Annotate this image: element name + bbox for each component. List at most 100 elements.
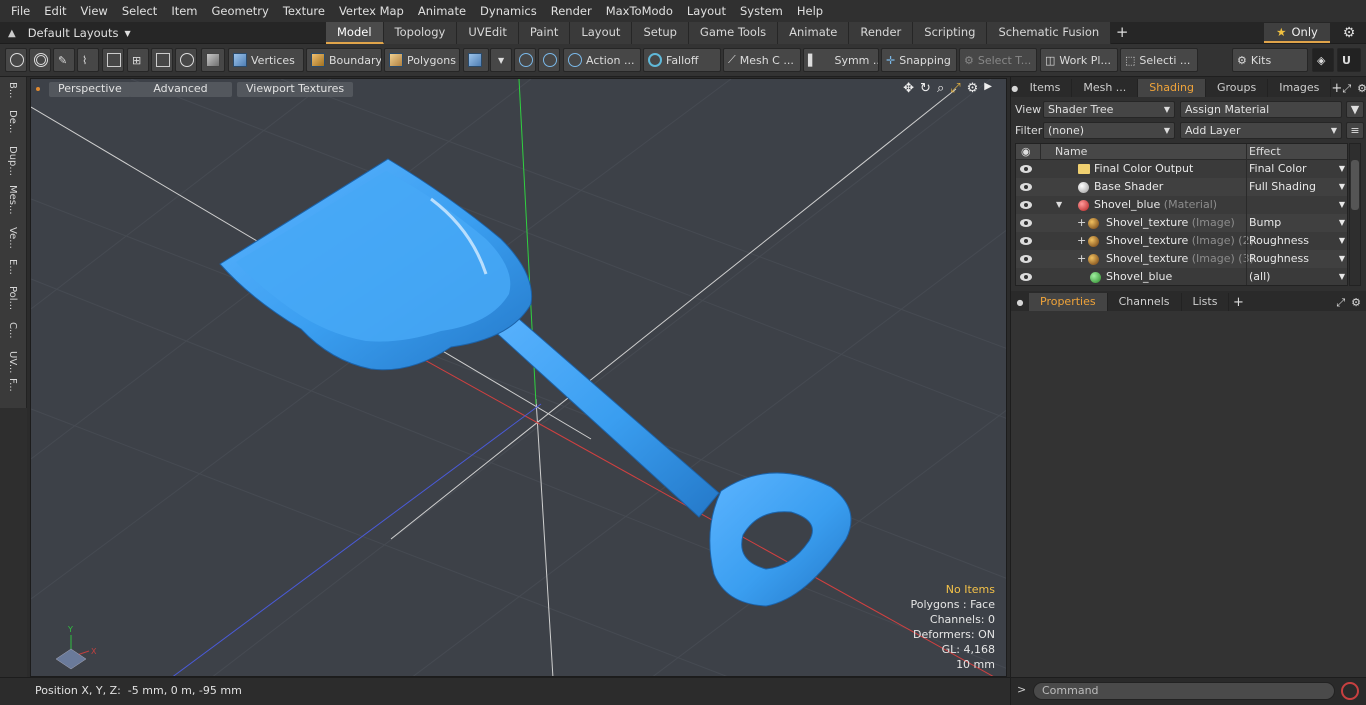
item-mode-button[interactable]	[201, 48, 225, 72]
effect-column-header[interactable]: Effect	[1246, 144, 1347, 160]
shader-row[interactable]: Final Color Output Final Color ▼	[1016, 160, 1347, 178]
shader-row-effect[interactable]: ▼	[1246, 196, 1347, 214]
symmetry-button[interactable]: ▌ Symm ...	[803, 48, 879, 72]
expand-icon[interactable]: +	[1077, 214, 1086, 232]
add-layer-dropdown[interactable]: Add Layer ▼	[1180, 122, 1342, 139]
polygons-button[interactable]: Polygons	[384, 48, 460, 72]
eye-icon[interactable]	[1020, 183, 1032, 191]
tab-shading[interactable]: Shading	[1138, 79, 1206, 97]
eye-icon[interactable]	[1020, 201, 1032, 209]
boundary-button[interactable]: Boundary	[306, 48, 382, 72]
brush-button[interactable]: ⌇	[77, 48, 99, 72]
tab-channels[interactable]: Channels	[1108, 293, 1182, 311]
left-tab-mesh-edit[interactable]: Mes...	[2, 185, 23, 215]
menu-animate[interactable]: Animate	[411, 0, 473, 22]
eye-icon[interactable]	[1020, 273, 1032, 281]
play-icon[interactable]: ▶	[984, 81, 992, 96]
menu-maxtomodo[interactable]: MaxToModo	[599, 0, 680, 22]
shader-row-effect[interactable]: Bump ▼	[1246, 214, 1347, 232]
scrollbar-thumb[interactable]	[1351, 160, 1359, 210]
menu-view[interactable]: View	[74, 0, 115, 22]
eye-icon[interactable]	[1020, 165, 1032, 173]
gear-icon[interactable]: ⚙	[1340, 24, 1358, 42]
left-tab-curve[interactable]: C...	[2, 322, 23, 339]
vertices-button[interactable]: Vertices	[228, 48, 304, 72]
menu-vertex-map[interactable]: Vertex Map	[332, 0, 411, 22]
left-tab-duplicate[interactable]: Dup...	[2, 146, 23, 176]
eye-icon[interactable]	[1020, 219, 1032, 227]
menu-item[interactable]: Item	[164, 0, 204, 22]
list-options-button[interactable]: ≡	[1346, 122, 1364, 139]
add-tab-icon[interactable]: +	[1111, 22, 1133, 44]
expand-icon[interactable]: ▲	[8, 28, 16, 39]
globe-button[interactable]	[29, 48, 51, 72]
menu-file[interactable]: File	[4, 0, 37, 22]
3d-viewport[interactable]: Y X Perspective Advanced Viewport Textur…	[30, 78, 1007, 677]
viewport-gear-icon[interactable]: ⚙	[967, 81, 979, 96]
shader-tree-scrollbar[interactable]	[1349, 143, 1361, 286]
shader-row[interactable]: + Shovel_texture (Image) (2) Roughness ▼	[1016, 232, 1347, 250]
left-tab-deform[interactable]: De...	[2, 110, 23, 133]
perspective-button[interactable]: Perspective	[49, 82, 131, 97]
shader-row-effect[interactable]: (all) ▼	[1246, 268, 1347, 285]
tab-model[interactable]: Model	[326, 22, 384, 44]
viewport-textures-button[interactable]: Viewport Textures	[237, 82, 354, 97]
tab-images[interactable]: Images	[1268, 79, 1332, 97]
pan-icon[interactable]: ✥	[903, 81, 914, 96]
menu-dynamics[interactable]: Dynamics	[473, 0, 544, 22]
tab-uvedit[interactable]: UVEdit	[457, 22, 519, 44]
menu-select[interactable]: Select	[115, 0, 164, 22]
left-tab-basic[interactable]: B...	[2, 82, 23, 98]
left-tab-polygon[interactable]: Pol...	[2, 286, 23, 310]
box-button[interactable]	[151, 48, 173, 72]
add-panel-tab-icon[interactable]: +	[1331, 80, 1342, 97]
shader-row[interactable]: + Shovel_texture (Image) Bump ▼	[1016, 214, 1347, 232]
menu-edit[interactable]: Edit	[37, 0, 73, 22]
tab-animate[interactable]: Animate	[778, 22, 850, 44]
work-plane-button[interactable]: ◫ Work Pl...	[1040, 48, 1118, 72]
material-mode-button[interactable]	[463, 48, 489, 72]
mode-dropdown[interactable]: ▼	[490, 48, 512, 72]
shader-row-effect[interactable]: Roughness ▼	[1246, 232, 1347, 250]
menu-help[interactable]: Help	[790, 0, 830, 22]
filter-funnel-button[interactable]: ▼	[1346, 101, 1364, 118]
shader-row-effect[interactable]: Final Color ▼	[1246, 160, 1347, 178]
tab-items[interactable]: Items	[1019, 79, 1073, 97]
eye-icon[interactable]	[1020, 255, 1032, 263]
sym-button-a[interactable]	[514, 48, 536, 72]
left-tab-edge[interactable]: E...	[2, 259, 23, 275]
kits-button[interactable]: ⚙ Kits	[1232, 48, 1308, 72]
command-input[interactable]: Command	[1033, 682, 1335, 700]
collapse-icon[interactable]: ▼	[1056, 196, 1062, 214]
mesh-constraint-button[interactable]: ⟋ Mesh C ...	[723, 48, 801, 72]
shader-row-effect[interactable]: Full Shading ▼	[1246, 178, 1347, 196]
sym-button-b[interactable]	[538, 48, 560, 72]
tab-schematic-fusion[interactable]: Schematic Fusion	[987, 22, 1112, 44]
filter-dropdown[interactable]: (none) ▼	[1043, 122, 1175, 139]
left-tab-fusion[interactable]: F...	[2, 378, 23, 392]
tab-setup[interactable]: Setup	[632, 22, 689, 44]
rotate-view-icon[interactable]: ↻	[920, 81, 931, 96]
only-button[interactable]: ★ Only	[1264, 23, 1330, 43]
select-circle-button[interactable]	[5, 48, 27, 72]
menu-system[interactable]: System	[733, 0, 790, 22]
add-panel-tab-icon[interactable]: +	[1229, 294, 1247, 311]
shovel-object[interactable]	[219, 158, 852, 607]
tab-lists[interactable]: Lists	[1182, 293, 1230, 311]
shader-row[interactable]: + Shovel_texture (Image) (3) Roughness ▼	[1016, 250, 1347, 268]
eye-icon[interactable]	[1020, 237, 1032, 245]
falloff-button[interactable]: Falloff	[643, 48, 721, 72]
tab-render[interactable]: Render	[849, 22, 914, 44]
pen-button[interactable]: ✎	[53, 48, 75, 72]
maximize-icon[interactable]: ⤢	[950, 81, 960, 96]
shader-row-effect[interactable]: Roughness ▼	[1246, 250, 1347, 268]
select-through-button[interactable]: ⚙ Select T...	[959, 48, 1037, 72]
zoom-icon[interactable]: ⌕	[937, 81, 944, 96]
menu-texture[interactable]: Texture	[276, 0, 332, 22]
menu-layout[interactable]: Layout	[680, 0, 733, 22]
panel-gear-icon[interactable]: ⚙	[1357, 80, 1366, 97]
tab-paint[interactable]: Paint	[518, 22, 571, 44]
panel-gear-icon[interactable]: ⚙	[1351, 294, 1361, 311]
snapping-button[interactable]: ✛ Snapping	[881, 48, 957, 72]
tab-topology[interactable]: Topology	[383, 22, 458, 44]
